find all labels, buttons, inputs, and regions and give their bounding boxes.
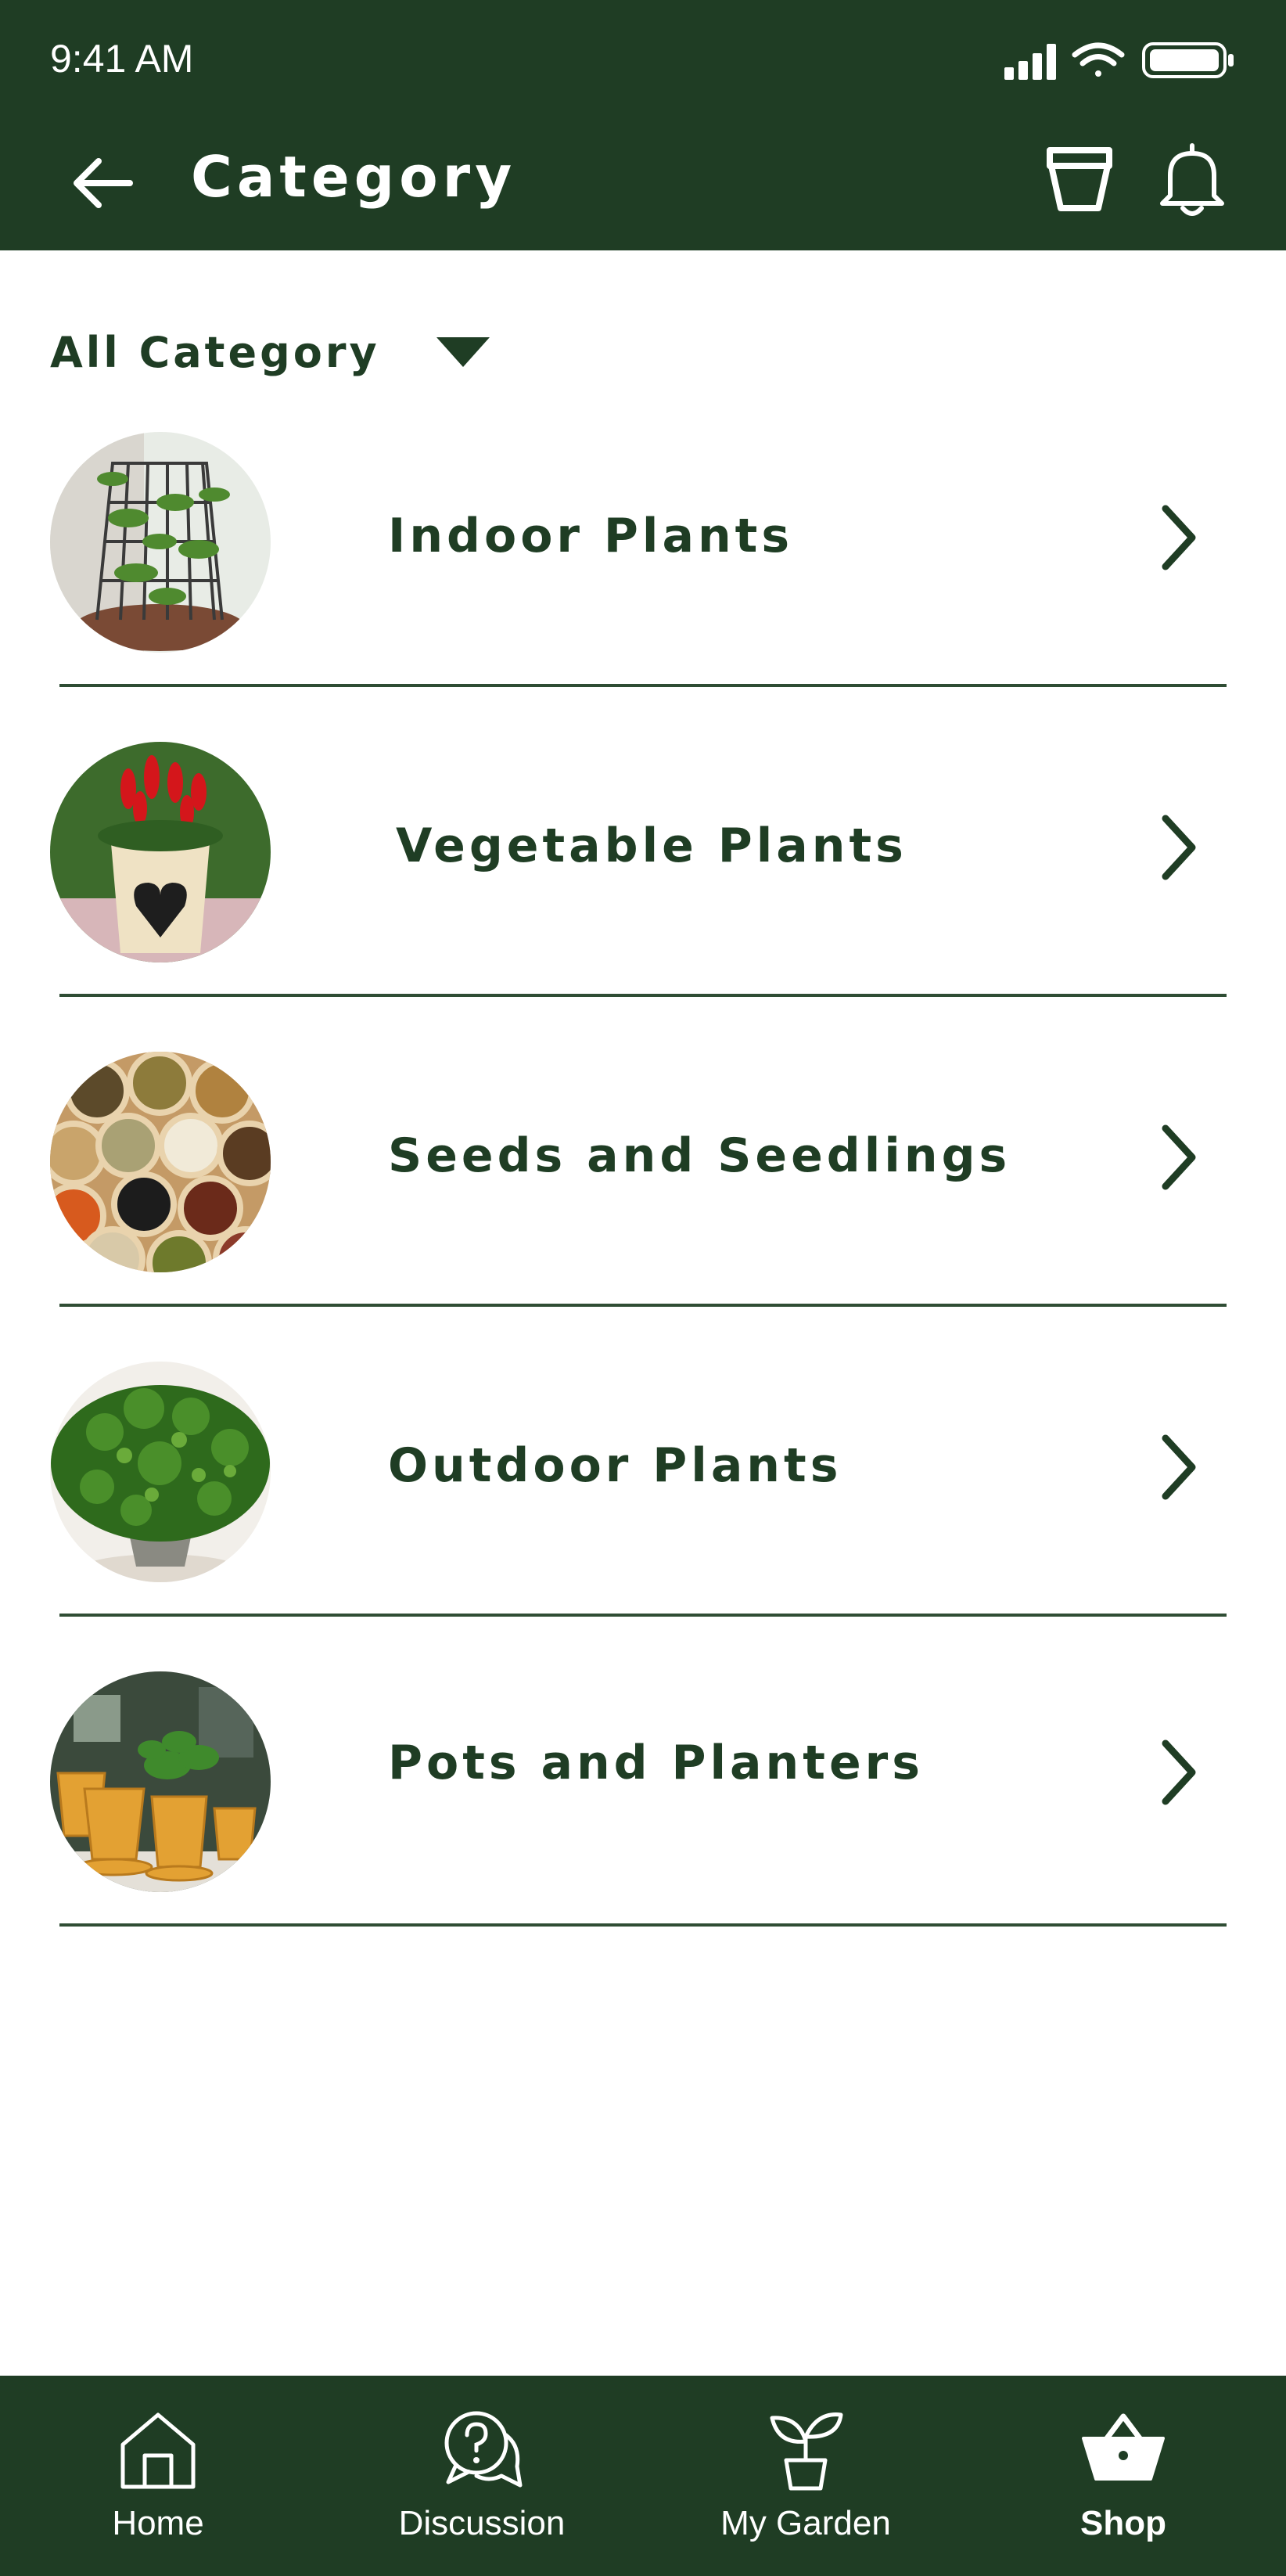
category-item-outdoor-plants[interactable]: Outdoor Plants [0, 1344, 1286, 1654]
divider [59, 1614, 1227, 1617]
category-label: Indoor Plants [388, 509, 794, 563]
home-icon [120, 2412, 196, 2489]
wifi-icon [1072, 42, 1125, 77]
nav-item-discussion[interactable]: Discussion [349, 2407, 615, 2556]
page-title: Category [191, 144, 517, 210]
dropdown-caret-icon [436, 337, 490, 367]
outdoor-plants-image [50, 1362, 271, 1582]
app-bar: Category [0, 110, 1286, 250]
bottom-nav: Home Discussion My Garden Shop [0, 2376, 1286, 2576]
signal-icon [1004, 44, 1056, 80]
indoor-plants-image [50, 432, 271, 653]
category-label: Seeds and Seedlings [388, 1128, 1011, 1183]
seeds-image [50, 1052, 271, 1272]
chevron-right-icon [1162, 815, 1196, 880]
chevron-right-icon [1162, 1124, 1196, 1190]
divider [59, 684, 1227, 687]
nav-label: Home [112, 2504, 204, 2542]
category-filter-dropdown[interactable]: All Category [50, 321, 490, 383]
shop-basket-icon [1082, 2413, 1165, 2481]
discussion-icon [444, 2411, 523, 2488]
sprout-icon [770, 2412, 843, 2491]
category-item-indoor-plants[interactable]: Indoor Plants [0, 415, 1286, 725]
status-bar: 9:41 AM [0, 0, 1286, 110]
category-item-pots-and-planters[interactable]: Pots and Planters [0, 1654, 1286, 1964]
divider [59, 994, 1227, 997]
category-label: Vegetable Plants [396, 818, 907, 873]
divider [59, 1923, 1227, 1927]
chevron-right-icon [1162, 1740, 1196, 1805]
divider [59, 1304, 1227, 1307]
chevron-right-icon [1162, 505, 1196, 570]
status-icons [1004, 42, 1234, 80]
nav-label: Shop [1080, 2504, 1166, 2542]
category-list: Indoor Plants Vegetable Plants Seeds and… [0, 415, 1286, 1964]
category-item-seeds-and-seedlings[interactable]: Seeds and Seedlings [0, 1034, 1286, 1344]
nav-item-my-garden[interactable]: My Garden [673, 2407, 939, 2556]
nav-label: Discussion [398, 2504, 566, 2542]
chevron-right-icon [1162, 1434, 1196, 1500]
nav-label: My Garden [720, 2504, 891, 2542]
category-label: Pots and Planters [388, 1736, 924, 1790]
filter-label: All Category [50, 327, 380, 377]
pots-image [50, 1671, 271, 1892]
category-item-vegetable-plants[interactable]: Vegetable Plants [0, 725, 1286, 1034]
basket-icon[interactable] [1040, 144, 1119, 214]
nav-item-home[interactable]: Home [25, 2407, 291, 2556]
notification-bell-icon[interactable] [1153, 141, 1231, 219]
status-time: 9:41 AM [50, 37, 194, 81]
battery-icon [1142, 42, 1234, 78]
back-arrow-icon[interactable] [70, 155, 136, 211]
category-label: Outdoor Plants [388, 1438, 842, 1493]
vegetable-plants-image [50, 742, 271, 962]
nav-item-shop[interactable]: Shop [990, 2407, 1256, 2556]
